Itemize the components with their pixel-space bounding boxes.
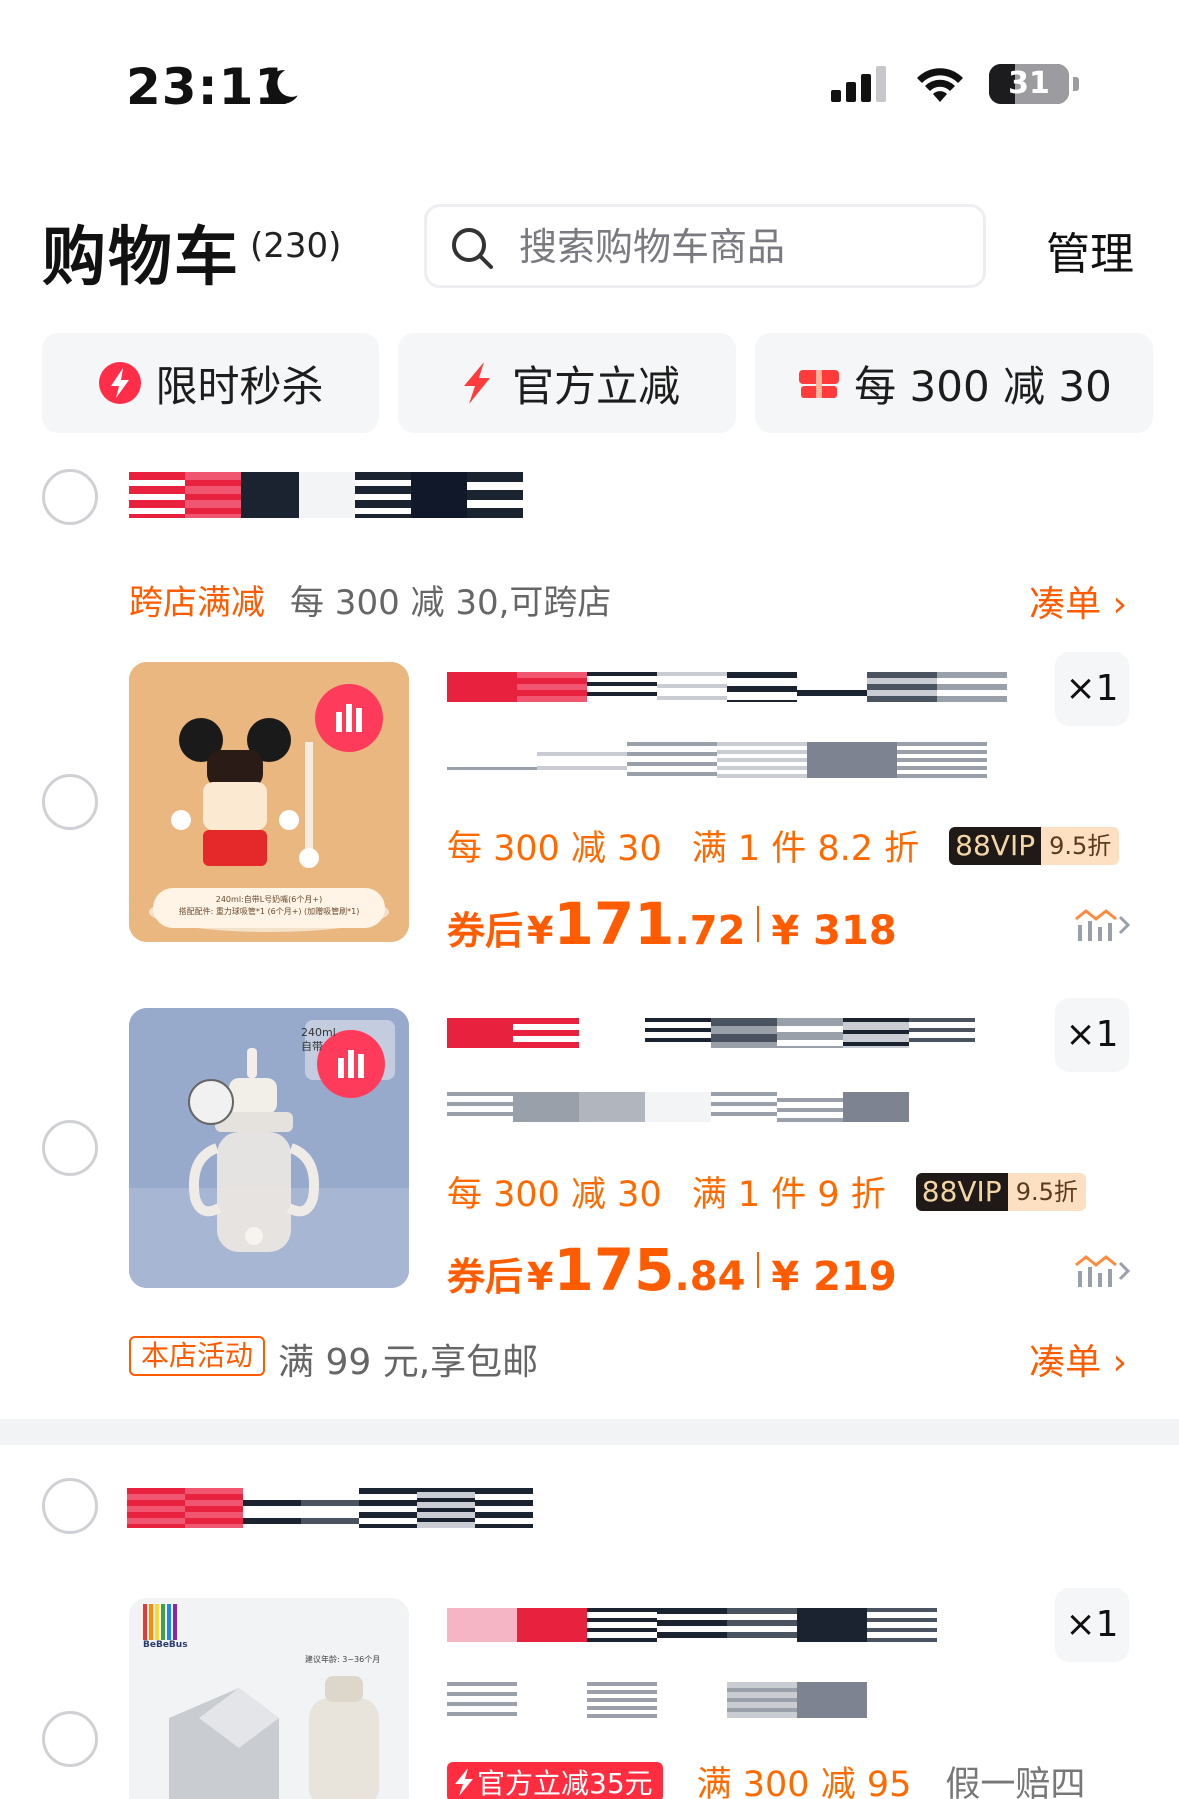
price-row: 券后 ¥ 171 .72 ¥ 318 [447,890,897,958]
coudan-link[interactable]: 凑单 › [1029,1333,1127,1385]
wifi-icon [917,68,963,102]
coudan-label: 凑单 [1029,584,1102,625]
chip-label: 每 300 减 30 [854,361,1112,411]
search-box[interactable] [424,204,986,288]
cart-count: (230) [250,226,342,266]
item-promo-row: 每 300 减 30 满 1 件 8.2 折 88VIP 9.5折 [447,820,1120,871]
battery-icon: 31 [989,64,1069,104]
original-price: ¥ 219 [771,1254,897,1300]
vip-badge: 88VIP 9.5折 [915,1172,1086,1211]
image-caption-2: 搭配配件: 重力球吸管*1 (6个月+) (加赠吸管刷*1) [178,907,360,916]
item-promo: 每 300 减 30 [447,829,662,869]
product-spec-redacted [447,1092,909,1122]
shop-activity-text: 满 99 元,享包邮 [278,1342,539,1383]
item-select-radio[interactable] [42,1120,98,1176]
chip-cross-store-discount[interactable]: 每 300 减 30 [755,333,1153,433]
shop-activity-tag: 本店活动 [129,1336,266,1376]
signal-icon [831,66,886,102]
item-discount: 满 1 件 8.2 折 [691,829,920,869]
quantity-badge[interactable]: ×1 [1055,652,1129,726]
price-trend-icon[interactable] [1072,1251,1132,1291]
item-promo: 满 300 减 95 [696,1765,912,1799]
coupon-icon [799,370,840,398]
image-caption-1: 240ml [301,1026,336,1039]
shop-select-radio[interactable] [42,469,98,525]
quantity-badge[interactable]: ×1 [1055,1588,1129,1662]
chip-label: 限时秒杀 [155,361,324,411]
item-promo-row: 官方立减35元 满 300 减 95 假一赔四 [447,1756,1085,1799]
official-discount-label: 官方立减35元 [477,1766,653,1799]
coudan-link[interactable]: 凑单 › [1029,575,1127,627]
search-icon [452,228,493,269]
item-guarantee: 假一赔四 [945,1765,1086,1799]
yen-symbol: ¥ [527,1255,554,1299]
official-discount-tag: 官方立减35元 [447,1761,663,1799]
product-title-redacted [447,1608,937,1642]
vip-discount: 9.5折 [1007,1172,1086,1211]
lightning-icon [455,1767,473,1796]
product-title-redacted [447,1018,975,1048]
price-integer: 171 [553,890,675,958]
battery-tip [1073,77,1079,91]
age-label: 建议年龄: 3~36个月 [305,1655,381,1664]
item-select-radio[interactable] [42,1711,98,1767]
product-title-redacted [447,672,1007,702]
item-promo: 每 300 减 30 [447,1175,662,1215]
vip-discount: 9.5折 [1041,826,1120,865]
original-price: ¥ 318 [771,908,897,954]
section-divider [0,1419,1179,1445]
product-image[interactable]: BeBeBus 建议年龄: 3~36个月 [129,1598,409,1799]
chip-label: 官方立减 [511,361,680,411]
chip-official-discount[interactable]: 官方立减 [398,333,736,433]
manage-button[interactable]: 管理 [1046,218,1134,282]
shop-select-radio[interactable] [42,1478,98,1534]
page-title: 购物车 [42,221,240,295]
status-icons: 31 [831,64,1079,104]
item-select-radio[interactable] [42,774,98,830]
shop-name-redacted [127,1488,533,1528]
item-discount: 满 1 件 9 折 [691,1175,886,1215]
product-spec-redacted [447,742,987,778]
chip-flash-sale[interactable]: 限时秒杀 [42,333,379,433]
bottle-illustration [129,1008,409,1288]
price-row: 券后 ¥ 175 .84 ¥ 219 [447,1236,897,1304]
price-decimal: .72 [674,908,746,954]
vip-badge: 88VIP 9.5折 [949,826,1120,865]
price-decimal: .84 [674,1254,746,1300]
moon-icon [266,70,298,104]
yen-symbol: ¥ [527,909,554,953]
product-box-illustration [129,1598,409,1799]
image-caption-2: 自带 [301,1040,323,1053]
product-image[interactable]: 240ml 自带 [129,1008,409,1288]
product-spec-redacted [447,1682,867,1718]
price-separator [757,1252,760,1288]
lightning-icon [463,362,490,404]
promo-text: 每 300 减 30,可跨店 [290,583,612,623]
quantity-badge[interactable]: ×1 [1055,998,1129,1072]
price-separator [757,906,760,942]
vip-label: 88VIP [949,826,1042,865]
promo-label: 跨店满减 [129,583,265,623]
flash-sale-icon [99,362,142,404]
coudan-label: 凑单 [1029,1342,1102,1383]
price-trend-icon[interactable] [1072,905,1132,945]
price-label: 券后 [447,909,524,953]
product-image[interactable]: 240ml:自带L号奶嘴(6个月+) 搭配配件: 重力球吸管*1 (6个月+) … [129,662,409,942]
item-promo-row: 每 300 减 30 满 1 件 9 折 88VIP 9.5折 [447,1166,1086,1217]
image-caption-1: 240ml:自带L号奶嘴(6个月+) [215,895,323,904]
brand-label: BeBeBus [143,1640,188,1650]
shop-name-redacted [129,472,523,518]
price-label: 券后 [447,1255,524,1299]
vip-label: 88VIP [915,1172,1008,1211]
price-integer: 175 [553,1236,675,1304]
search-input[interactable] [519,225,959,269]
battery-level: 31 [1008,66,1050,101]
